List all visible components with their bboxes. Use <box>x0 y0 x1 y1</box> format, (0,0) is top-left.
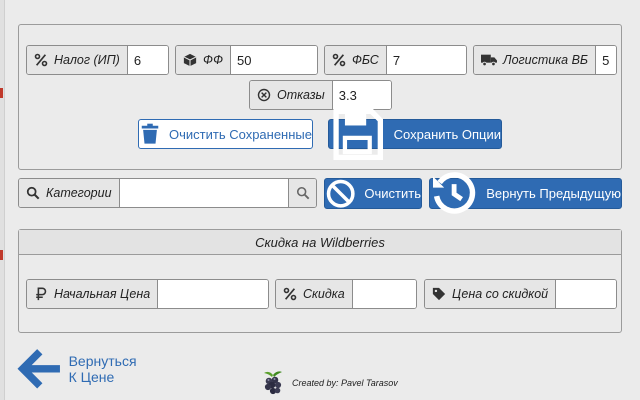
arrow-left-icon <box>17 349 60 389</box>
tax-input-group: Налог (ИП) <box>26 45 169 75</box>
clear-categories-label: Очистить <box>364 186 421 201</box>
discount-label: Скидка <box>303 287 345 301</box>
search-icon <box>296 186 309 200</box>
ff-input-group: ФФ <box>175 45 318 75</box>
percent-icon <box>34 53 48 67</box>
left-edge-strip <box>0 0 5 400</box>
circle-x-icon <box>257 88 271 102</box>
discounted-price-input[interactable] <box>556 280 616 308</box>
edge-marker <box>0 250 3 260</box>
back-to-price-link[interactable]: Вернуться К Цене <box>15 344 137 394</box>
categories-search-button[interactable] <box>288 179 316 207</box>
categories-input[interactable] <box>119 179 288 207</box>
logistics-label: Логистика ВБ <box>503 53 589 67</box>
discount-panel-header: Скидка на Wildberries <box>19 230 621 255</box>
discount-input[interactable] <box>352 280 416 308</box>
settings-panel: Налог (ИП) ФФ ФБС Логистика ВБ Отказы <box>18 24 622 170</box>
fbs-input-group: ФБС <box>324 45 467 75</box>
restore-previous-button[interactable]: Вернуть Предыдущую <box>429 172 622 215</box>
back-to-price-label: Вернуться К Цене <box>68 352 137 385</box>
fbs-label: ФБС <box>352 53 379 67</box>
discounted-price-label: Цена со скидкой <box>452 287 549 301</box>
trash-icon <box>141 123 159 144</box>
discount-panel-title: Скидка на Wildberries <box>255 234 385 250</box>
save-options-button[interactable]: Сохранить Опции <box>328 108 502 160</box>
search-icon <box>26 186 40 200</box>
start-price-input-group: Начальная Цена <box>26 279 269 309</box>
clear-saved-label: Очистить Сохраненные <box>169 126 312 142</box>
edge-marker <box>0 88 3 98</box>
fbs-input[interactable] <box>386 46 466 74</box>
ban-icon <box>326 179 355 208</box>
tax-input[interactable] <box>127 46 168 74</box>
tag-icon <box>432 287 446 301</box>
discounted-price-addon: Цена со скидкой <box>425 280 557 308</box>
start-price-input[interactable] <box>158 280 268 308</box>
refusals-addon: Отказы <box>250 81 333 109</box>
logistics-addon: Логистика ВБ <box>474 46 597 74</box>
percent-icon <box>332 53 346 67</box>
clear-saved-button[interactable]: Очистить Сохраненные <box>138 119 313 149</box>
tax-label: Налог (ИП) <box>54 53 120 67</box>
save-icon <box>333 108 384 160</box>
percent-icon <box>283 287 297 301</box>
truck-icon <box>481 54 497 67</box>
categories-input-group: Категории <box>18 178 317 208</box>
ff-input[interactable] <box>231 46 317 74</box>
footer: Created by: Pavel Tarasov <box>260 370 398 396</box>
restore-previous-label: Вернуть Предыдущую <box>486 186 621 201</box>
blackberry-logo <box>264 371 282 395</box>
categories-addon: Категории <box>19 179 120 207</box>
history-icon <box>433 172 476 215</box>
start-price-addon: Начальная Цена <box>27 280 159 308</box>
save-options-label: Сохранить Опции <box>393 126 501 142</box>
footer-credit: Created by: Pavel Tarasov <box>292 378 398 388</box>
refusals-label: Отказы <box>277 88 325 102</box>
discount-panel: Скидка на Wildberries Начальная Цена Ски… <box>18 229 622 333</box>
discounted-price-input-group: Цена со скидкой <box>424 279 617 309</box>
box-icon <box>183 53 197 67</box>
discount-addon: Скидка <box>276 280 353 308</box>
ruble-icon <box>36 287 47 301</box>
logistics-input-group: Логистика ВБ <box>473 45 617 75</box>
logistics-input[interactable] <box>596 46 616 74</box>
start-price-label: Начальная Цена <box>54 287 151 301</box>
ff-label: ФФ <box>203 53 224 67</box>
discount-input-group: Скидка <box>275 279 417 309</box>
categories-label: Категории <box>46 186 112 200</box>
tax-addon: Налог (ИП) <box>27 46 128 74</box>
ff-addon: ФФ <box>176 46 232 74</box>
fbs-addon: ФБС <box>325 46 387 74</box>
clear-categories-button[interactable]: Очистить <box>324 178 422 209</box>
